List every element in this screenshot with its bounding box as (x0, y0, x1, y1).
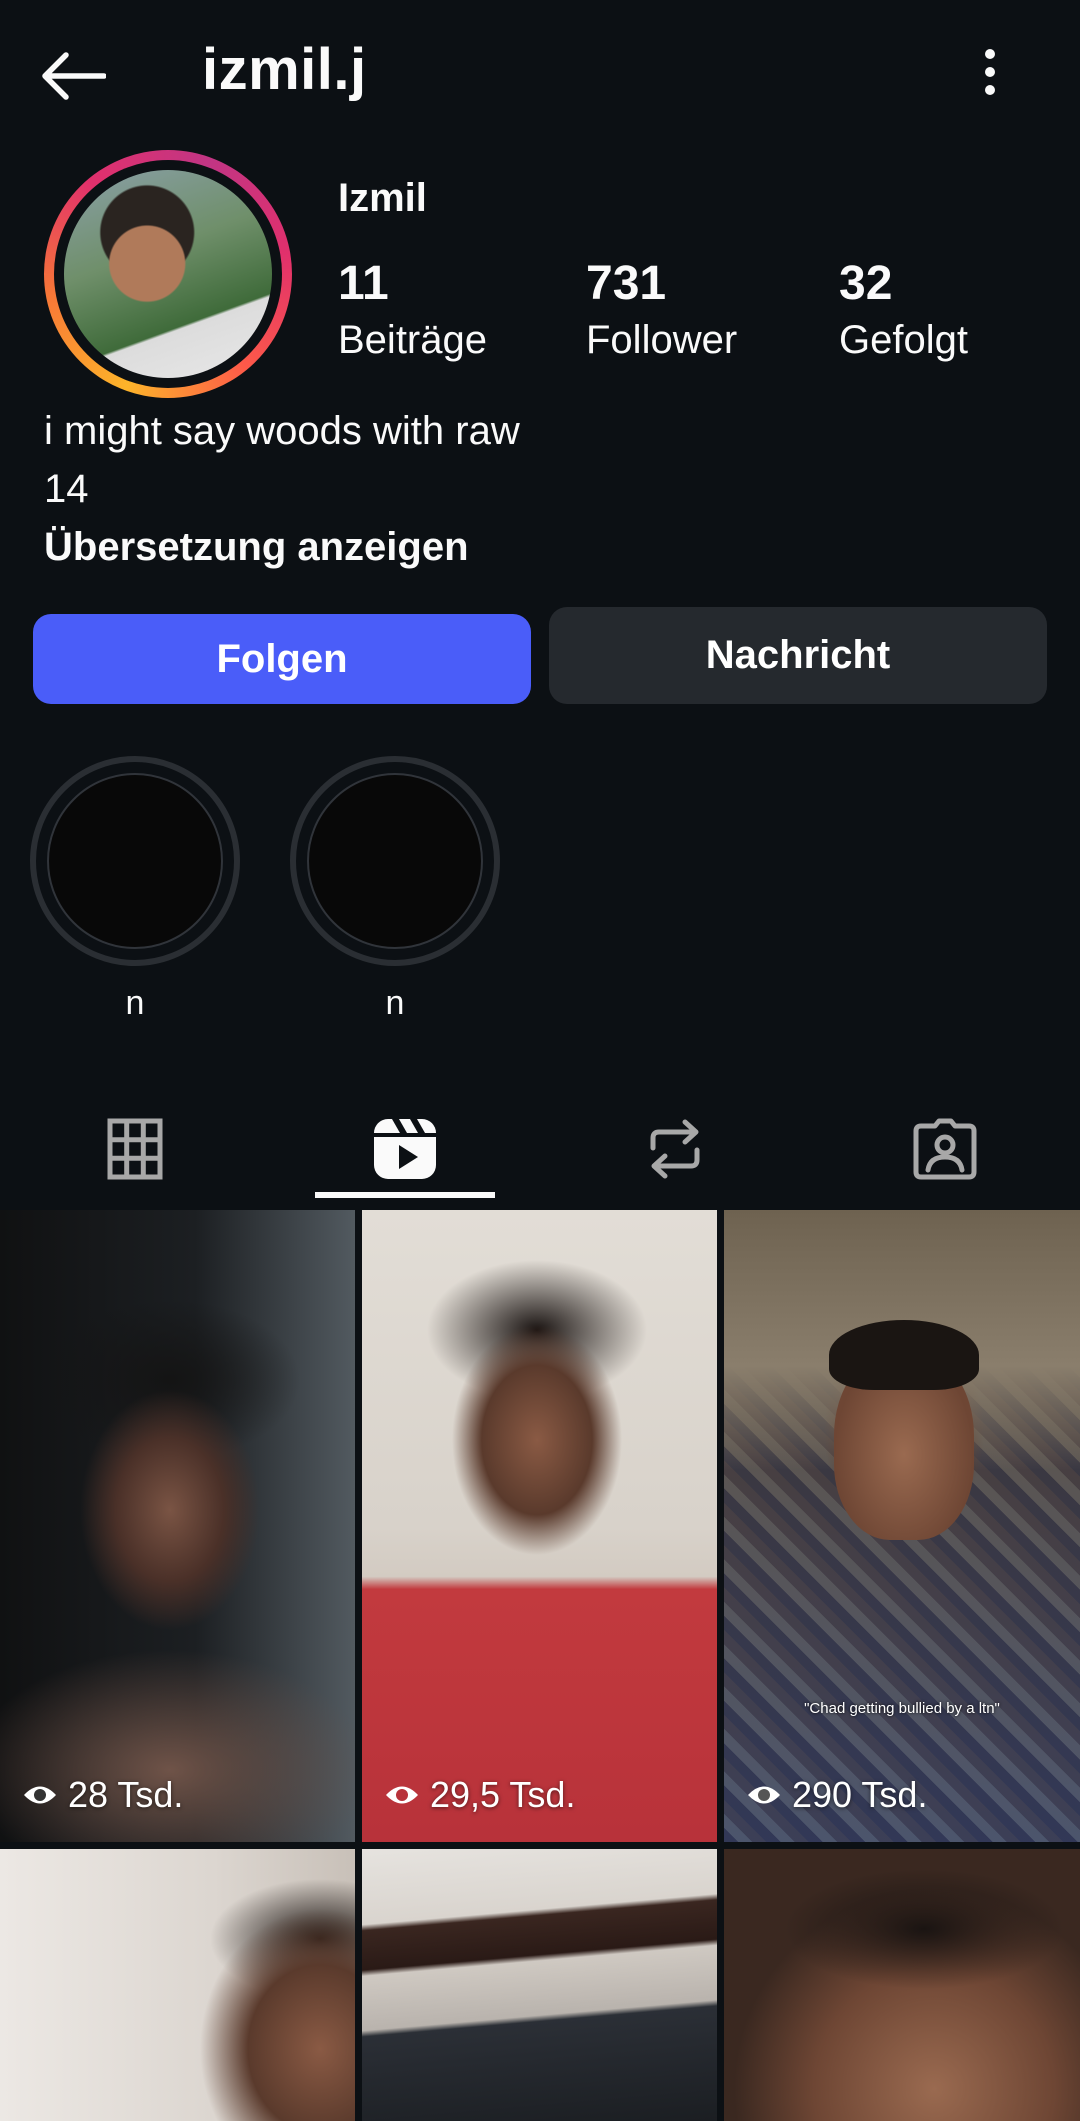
eye-icon (24, 1786, 56, 1804)
stat-followers-value: 731 (586, 257, 667, 310)
bio-line: 14 (44, 467, 89, 511)
arrow-left-icon (42, 52, 106, 100)
profile-username: izmil.j (202, 37, 367, 102)
view-count: 28 Tsd. (22, 1774, 183, 1816)
view-count: 290 Tsd. (746, 1774, 927, 1816)
bio: i might say woods with raw 14 Übersetzun… (44, 402, 520, 576)
reel-thumbnail[interactable] (362, 1849, 717, 2121)
back-button[interactable] (40, 40, 120, 112)
stat-following-label: Gefolgt (839, 318, 968, 362)
stat-posts-label: Beiträge (338, 318, 487, 362)
reel-thumbnail[interactable]: "Chad getting bullied by a ltn" 290 Tsd. (724, 1210, 1080, 1842)
reel-caption: "Chad getting bullied by a ltn" (804, 1700, 1000, 1717)
tab-reposts[interactable] (585, 1090, 765, 1208)
profile-tabs (0, 1090, 1080, 1208)
stat-followers-label: Follower (586, 318, 738, 362)
follow-button[interactable]: Folgen (33, 614, 531, 704)
tagged-icon (913, 1118, 977, 1180)
profile-page: izmil.j Izmil 11 Beiträge 731 Follower 3… (0, 0, 1080, 2121)
eye-icon (748, 1786, 780, 1804)
tab-tagged[interactable] (855, 1090, 1035, 1208)
reel-thumbnail[interactable]: 28 Tsd. (0, 1210, 355, 1842)
stat-followers[interactable]: 731 Follower (586, 256, 737, 366)
highlight-cover (290, 756, 500, 966)
view-count-text: 28 Tsd. (68, 1774, 184, 1815)
repost-icon (650, 1119, 700, 1179)
more-vertical-icon (985, 49, 995, 95)
message-button[interactable]: Nachricht (549, 607, 1047, 704)
highlight-label: n (385, 984, 405, 1022)
view-count-text: 29,5 Tsd. (430, 1774, 576, 1815)
stat-posts-value: 11 (338, 257, 389, 310)
story-ring[interactable] (44, 150, 292, 398)
bio-line: i might say woods with raw (44, 409, 520, 453)
stat-posts[interactable]: 11 Beiträge (338, 256, 487, 366)
more-options-button[interactable] (960, 42, 1020, 102)
reels-grid: 28 Tsd. 29,5 Tsd. "Chad getting bullied … (0, 1210, 1080, 2121)
stat-following-value: 32 (839, 257, 893, 310)
avatar (64, 170, 272, 378)
reels-icon (374, 1119, 436, 1179)
story-highlight[interactable]: n (30, 756, 240, 1023)
highlight-label: n (125, 984, 145, 1022)
tab-posts[interactable] (45, 1090, 225, 1208)
highlight-cover (30, 756, 240, 966)
reel-thumbnail[interactable] (724, 1849, 1080, 2121)
view-count-text: 290 Tsd. (792, 1774, 928, 1815)
top-bar: izmil.j (0, 0, 1080, 150)
stat-following[interactable]: 32 Gefolgt (839, 256, 968, 366)
reel-thumbnail[interactable]: 29,5 Tsd. (362, 1210, 717, 1842)
tab-reels[interactable] (315, 1090, 495, 1208)
eye-icon (386, 1786, 418, 1804)
display-name: Izmil (338, 176, 427, 220)
reel-thumbnail[interactable] (0, 1849, 355, 2121)
view-count: 29,5 Tsd. (384, 1774, 575, 1816)
active-tab-indicator (315, 1192, 495, 1198)
see-translation-link[interactable]: Übersetzung anzeigen (44, 518, 520, 576)
story-highlight[interactable]: n (290, 756, 500, 1023)
grid-icon (107, 1118, 163, 1180)
